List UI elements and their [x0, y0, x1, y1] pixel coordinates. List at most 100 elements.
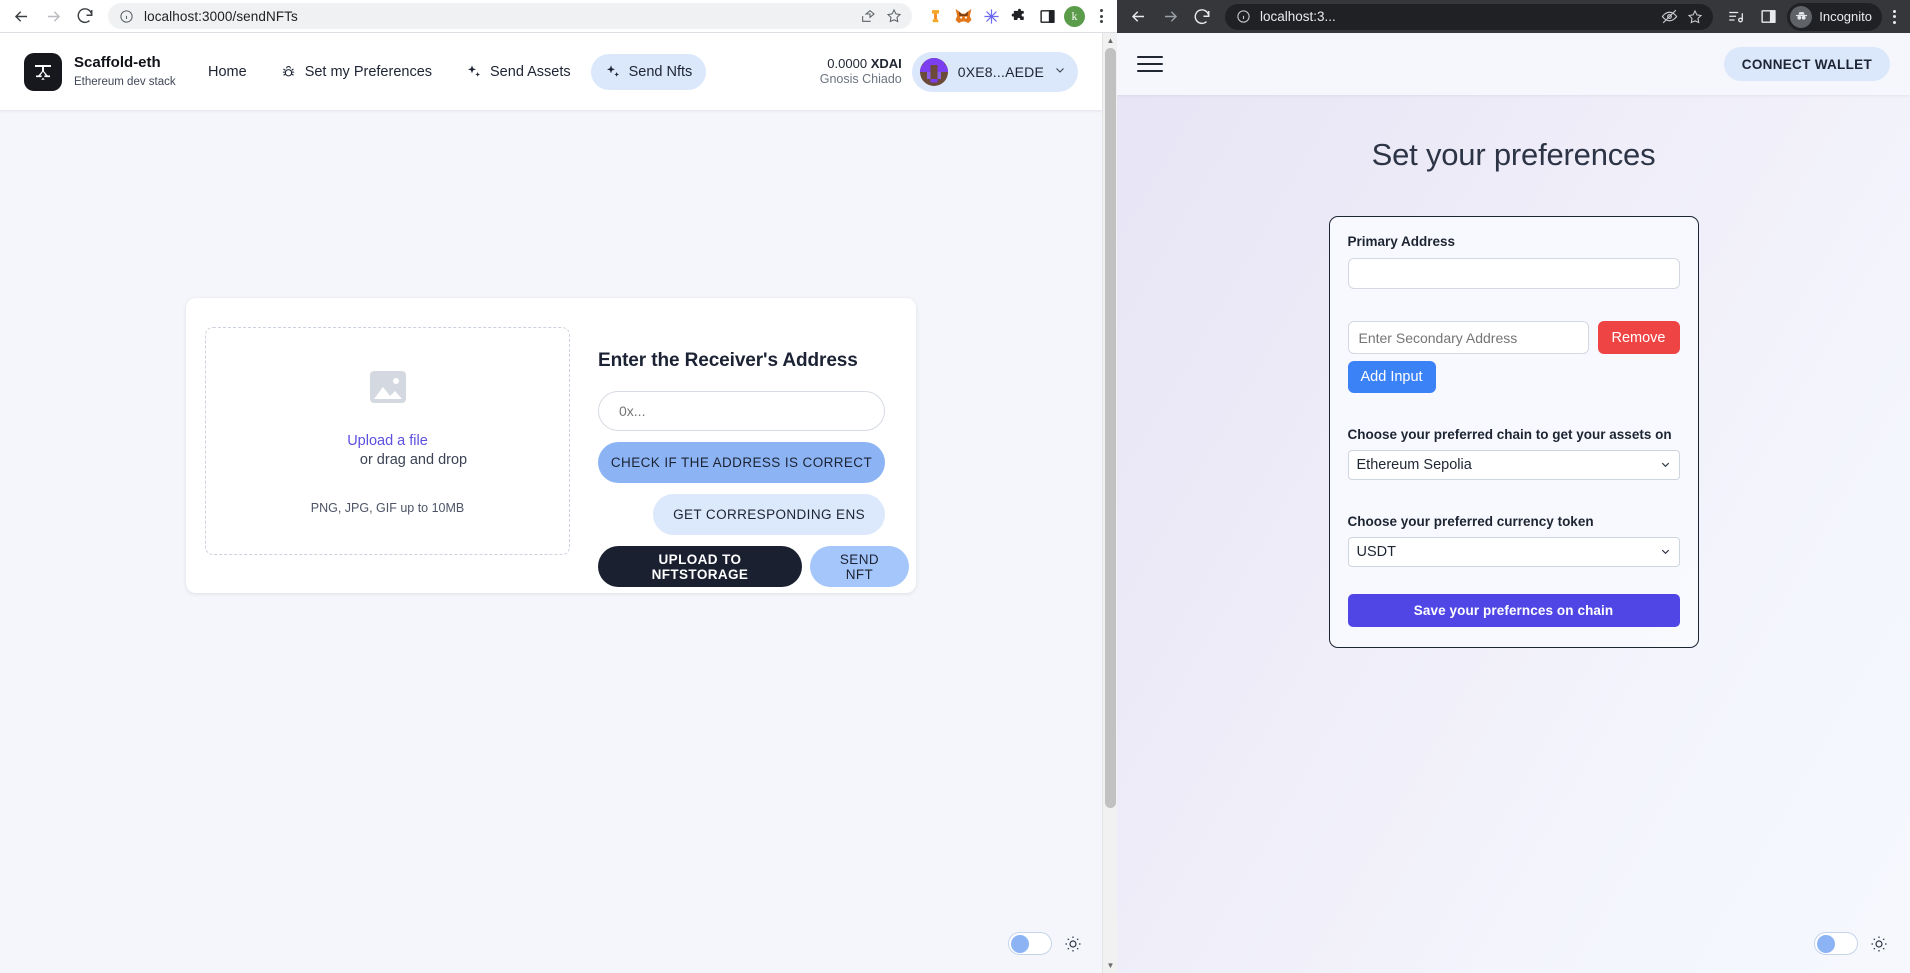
primary-address-label: Primary Address: [1347, 234, 1456, 249]
sun-icon[interactable]: [1064, 935, 1082, 953]
dropzone-text: Upload a file or drag and drop: [308, 433, 467, 468]
image-placeholder-icon: [366, 367, 410, 407]
kebab-menu-icon[interactable]: [1091, 9, 1111, 23]
app-viewport-incognito: CONNECT WALLET Set your preferences Prim…: [1117, 33, 1910, 973]
file-dropzone[interactable]: Upload a file or drag and drop PNG, JPG,…: [205, 327, 570, 555]
url-text: localhost:3000/sendNFTs: [144, 8, 298, 24]
address-bar-incognito[interactable]: localhost:3...: [1225, 3, 1714, 30]
main-nav: Home Set my Preferences Send Assets Send…: [194, 53, 707, 90]
back-icon[interactable]: [1123, 3, 1153, 31]
forward-icon[interactable]: [1155, 3, 1185, 31]
receiver-section: Enter the Receiver's Address CHECK IF TH…: [598, 316, 909, 587]
bug-icon: [281, 64, 297, 80]
nav-item-set-my-preferences[interactable]: Set my Preferences: [267, 54, 446, 90]
share-icon[interactable]: [859, 8, 876, 25]
balance-amount: 0.0000: [827, 55, 868, 71]
file-type-hint: PNG, JPG, GIF up to 10MB: [310, 501, 465, 515]
sparkles-icon: [605, 64, 621, 80]
nav-label-send-nfts: Send Nfts: [628, 63, 693, 80]
upload-a-file-link[interactable]: Upload a file: [347, 433, 428, 449]
nav-label-home: Home: [208, 63, 247, 80]
toggle-knob: [1817, 935, 1835, 953]
reload-icon[interactable]: [70, 2, 100, 30]
get-ens-button[interactable]: GET CORRESPONDING ENS: [653, 494, 885, 535]
app-header-incognito: CONNECT WALLET: [1117, 33, 1910, 95]
hamburger-menu-icon[interactable]: [1137, 56, 1163, 72]
brand[interactable]: Scaffold-eth Ethereum dev stack: [16, 52, 184, 91]
balance-block: 0.0000 XDAI Gnosis Chiado: [820, 56, 902, 88]
star-icon[interactable]: [1686, 8, 1703, 25]
balance-row: 0.0000 XDAI: [820, 55, 901, 72]
drag-and-drop-text: or drag and drop: [359, 452, 468, 468]
scroll-down-arrow[interactable]: ▼: [1103, 958, 1117, 973]
primary-address-input[interactable]: [1347, 258, 1680, 289]
rainbow-extension-icon[interactable]: [924, 5, 946, 27]
browser-window-incognito: localhost:3... Incognito CONNECT WALLET …: [1117, 0, 1910, 973]
forward-icon[interactable]: [38, 2, 68, 30]
sparkles-icon: [466, 64, 482, 80]
reload-icon[interactable]: [1187, 3, 1217, 31]
theme-toggle[interactable]: [1008, 932, 1052, 955]
ens-row: GET CORRESPONDING ENS: [598, 494, 885, 535]
incognito-label: Incognito: [1819, 9, 1872, 24]
theme-toggle[interactable]: [1814, 932, 1858, 955]
currency-label: Choose your preferred currency token: [1347, 514, 1594, 529]
page-scrollbar[interactable]: ▲ ▼: [1102, 33, 1117, 973]
nav-item-home[interactable]: Home: [194, 54, 261, 90]
back-icon[interactable]: [6, 2, 36, 30]
currency-select-wrap: USDT: [1347, 537, 1680, 567]
incognito-indicator[interactable]: Incognito: [1787, 2, 1882, 31]
receiver-title: Enter the Receiver's Address: [598, 350, 858, 371]
chevron-down-icon: [1054, 64, 1066, 79]
side-panel-icon[interactable]: [1753, 3, 1783, 31]
currency-select[interactable]: USDT: [1347, 537, 1680, 567]
check-address-button[interactable]: CHECK IF THE ADDRESS IS CORRECT: [598, 442, 885, 483]
metamask-fox-icon[interactable]: [952, 5, 974, 27]
brand-text: Scaffold-eth Ethereum dev stack: [74, 54, 184, 90]
address-bar-primary[interactable]: localhost:3000/sendNFTs: [108, 3, 912, 29]
action-row: UPLOAD TO NFTSTORAGE SEND NFT: [598, 546, 909, 587]
extension-icons: k: [920, 5, 1111, 27]
network-name: Gnosis Chiado: [819, 71, 902, 86]
chain-select-wrap: Ethereum Sepolia: [1347, 450, 1680, 480]
sun-icon[interactable]: [1870, 935, 1888, 953]
send-nft-button[interactable]: SEND NFT: [809, 546, 909, 587]
theme-switch-primary: [1008, 932, 1082, 955]
side-panel-icon[interactable]: [1036, 5, 1058, 27]
chain-select[interactable]: Ethereum Sepolia: [1347, 450, 1680, 480]
receiver-address-input[interactable]: [598, 391, 885, 431]
secondary-address-input[interactable]: [1347, 321, 1589, 354]
media-list-icon[interactable]: [1721, 3, 1751, 31]
screen: localhost:3000/sendNFTs k Scaffold-eth E…: [0, 0, 1910, 973]
browser-toolbar-primary: localhost:3000/sendNFTs k: [0, 0, 1117, 33]
scroll-up-arrow[interactable]: ▲: [1103, 33, 1117, 48]
app-viewport-primary: Scaffold-eth Ethereum dev stack Home Set…: [0, 33, 1102, 973]
add-input-button[interactable]: Add Input: [1347, 361, 1436, 393]
preferences-card: Primary Address Remove Add Input Choose …: [1328, 216, 1699, 648]
scaffold-eth-logo-icon: [24, 52, 62, 91]
account-button[interactable]: 0XE8...AEDE: [911, 51, 1078, 92]
info-circle-icon: [1235, 8, 1252, 25]
nav-item-send-assets[interactable]: Send Assets: [452, 54, 585, 90]
browser-toolbar-incognito: localhost:3... Incognito: [1117, 0, 1910, 33]
profile-avatar[interactable]: k: [1064, 5, 1085, 27]
nav-item-send-nfts[interactable]: Send Nfts: [590, 53, 707, 90]
connect-wallet-button[interactable]: CONNECT WALLET: [1723, 47, 1890, 81]
save-preferences-button[interactable]: Save your prefernces on chain: [1347, 594, 1680, 627]
snowflake-extension-icon[interactable]: [980, 5, 1002, 27]
toggle-knob: [1011, 935, 1029, 953]
upload-to-nftstorage-button[interactable]: UPLOAD TO NFTSTORAGE: [598, 546, 802, 587]
star-icon[interactable]: [885, 8, 902, 25]
kebab-menu-icon[interactable]: [1884, 9, 1904, 24]
eye-off-icon[interactable]: [1661, 8, 1678, 25]
page-title: Set your preferences: [1371, 137, 1656, 172]
brand-subtitle: Ethereum dev stack: [74, 75, 176, 88]
send-nft-card: Upload a file or drag and drop PNG, JPG,…: [186, 298, 916, 593]
theme-switch-incognito: [1814, 932, 1888, 955]
nav-label-send-assets: Send Assets: [490, 63, 571, 80]
incognito-hat-icon: [1790, 5, 1813, 28]
scrollbar-thumb[interactable]: [1105, 48, 1116, 808]
remove-button[interactable]: Remove: [1597, 321, 1680, 354]
puzzle-extensions-icon[interactable]: [1008, 5, 1030, 27]
url-text: localhost:3...: [1260, 9, 1336, 24]
